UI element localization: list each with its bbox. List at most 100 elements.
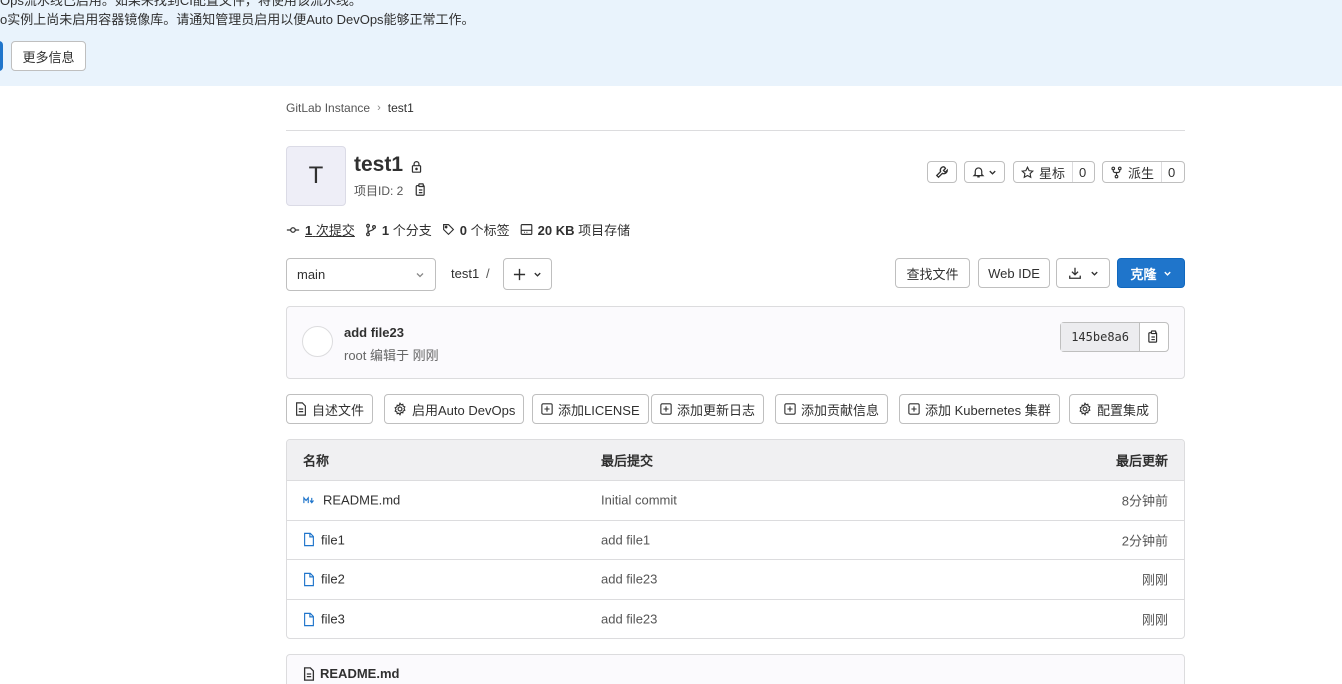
file-last-commit[interactable]: Initial commit <box>601 493 677 508</box>
plus-square-icon <box>784 403 796 415</box>
file-name-cell[interactable]: file1 <box>303 532 345 547</box>
copy-icon <box>1148 330 1158 343</box>
fork-label: 派生 <box>1128 165 1155 181</box>
repo-path-separator: / <box>486 266 490 281</box>
column-header-name: 名称 <box>303 453 330 469</box>
column-header-last-update: 最后更新 <box>1115 453 1168 469</box>
banner-primary-button[interactable] <box>0 41 3 71</box>
find-file-label: 查找文件 <box>906 266 959 282</box>
gear-icon <box>394 402 406 416</box>
fork-button-label-wrap: 派生 <box>1103 162 1161 182</box>
chevron-down-icon <box>534 272 541 277</box>
enable-auto-devops-label: 启用Auto DevOps <box>412 402 516 418</box>
commit-sha-group: 145be8a6 <box>1060 322 1169 352</box>
add-contributing-button[interactable]: 添加贡献信息 <box>775 394 889 424</box>
lock-icon <box>411 161 422 173</box>
clone-button[interactable]: 克隆 <box>1117 258 1185 288</box>
file-name[interactable]: file2 <box>321 572 345 587</box>
project-id: 项目ID: 2 <box>354 184 404 198</box>
branch-icon <box>365 223 376 236</box>
file-icon <box>304 572 314 586</box>
branches-label: 个分支 <box>392 223 432 238</box>
clone-label: 克隆 <box>1130 266 1157 282</box>
breadcrumb-separator-icon: › <box>377 102 381 114</box>
commits-label: 次提交 <box>315 223 355 238</box>
chevron-down-icon <box>989 170 996 175</box>
table-row[interactable]: file3 add file23 刚刚 <box>287 600 1184 639</box>
readme-header: README.md <box>303 666 399 681</box>
plus-square-icon <box>908 403 920 415</box>
settings-button[interactable] <box>927 161 957 183</box>
commit-icon <box>286 226 300 233</box>
star-count[interactable]: 0 <box>1072 162 1092 182</box>
enable-auto-devops-button[interactable]: 启用Auto DevOps <box>384 394 525 424</box>
star-icon <box>1021 165 1034 178</box>
file-icon <box>304 612 314 626</box>
add-to-tree-button[interactable] <box>503 258 552 290</box>
fork-button[interactable]: 派生 0 <box>1102 161 1185 183</box>
table-row[interactable]: file1 add file1 2分钟前 <box>287 521 1184 560</box>
breadcrumb-instance[interactable]: GitLab Instance <box>286 101 370 115</box>
file-name[interactable]: file3 <box>321 612 345 627</box>
file-name-cell[interactable]: file2 <box>303 572 345 587</box>
configure-integrations-label: 配置集成 <box>1097 402 1150 418</box>
file-text-icon <box>303 666 315 681</box>
branch-selector[interactable]: main <box>286 258 436 291</box>
add-changelog-label: 添加更新日志 <box>677 402 756 418</box>
storage-stat[interactable]: 20 KB 项目存储 <box>520 220 630 239</box>
project-stats: 1 次提交 1 个分支 0 个标签 20 KB 项目存储 <box>286 220 640 239</box>
tags-stat[interactable]: 0 个标签 <box>442 220 510 239</box>
more-info-button[interactable]: 更多信息 <box>11 41 86 71</box>
repo-path-root[interactable]: test1 <box>451 266 479 281</box>
web-ide-button[interactable]: Web IDE <box>978 258 1050 288</box>
plus-square-icon <box>660 403 672 415</box>
chevron-down-icon <box>416 272 424 277</box>
chevron-down-icon <box>1090 271 1098 276</box>
download-icon <box>1068 267 1081 279</box>
file-last-commit[interactable]: add file23 <box>601 572 657 587</box>
column-header-last-commit: 最后提交 <box>601 453 654 469</box>
download-button[interactable] <box>1056 258 1110 288</box>
notification-button[interactable] <box>964 161 1005 183</box>
find-file-button[interactable]: 查找文件 <box>895 258 970 288</box>
fork-count[interactable]: 0 <box>1161 162 1181 182</box>
configure-integrations-button[interactable]: 配置集成 <box>1069 394 1159 424</box>
add-readme-button[interactable]: 自述文件 <box>286 394 374 424</box>
copy-project-id-icon[interactable] <box>415 183 428 197</box>
header-divider <box>286 130 1185 131</box>
gear-icon <box>1079 402 1091 416</box>
star-button-label-wrap: 星标 <box>1014 162 1072 182</box>
add-kubernetes-label: 添加 Kubernetes 集群 <box>925 402 1051 418</box>
commits-stat[interactable]: 1 次提交 <box>286 220 355 239</box>
file-name[interactable]: file1 <box>321 532 345 547</box>
commit-sha[interactable]: 145be8a6 <box>1061 323 1140 351</box>
copy-sha-button[interactable] <box>1140 323 1168 351</box>
add-license-button[interactable]: 添加LICENSE <box>532 394 649 424</box>
add-kubernetes-button[interactable]: 添加 Kubernetes 集群 <box>899 394 1060 424</box>
readme-panel: README.md <box>286 654 1185 684</box>
breadcrumb-project[interactable]: test1 <box>388 101 414 115</box>
banner-message-line-1: Ops流水线已启用。如果未找到CI配置文件，将使用该流水线。 <box>0 0 362 8</box>
file-last-update: 刚刚 <box>1141 572 1168 588</box>
commit-title[interactable]: add file23 <box>344 325 404 340</box>
file-last-commit[interactable]: add file1 <box>601 532 650 547</box>
storage-icon <box>520 224 532 235</box>
storage-size: 20 KB <box>537 223 575 238</box>
table-row[interactable]: file2 add file23 刚刚 <box>287 560 1184 600</box>
file-name[interactable]: README.md <box>323 493 400 508</box>
file-last-update: 8分钟前 <box>1121 493 1168 509</box>
file-name-cell[interactable]: README.md <box>303 493 400 508</box>
web-ide-label: Web IDE <box>988 265 1040 281</box>
readme-title[interactable]: README.md <box>320 666 399 681</box>
file-name-cell[interactable]: file3 <box>303 612 345 627</box>
branches-stat[interactable]: 1 个分支 <box>365 220 432 239</box>
file-last-update: 2分钟前 <box>1121 533 1168 549</box>
file-last-commit[interactable]: add file23 <box>601 612 657 627</box>
file-icon <box>304 533 314 547</box>
table-row[interactable]: README.md Initial commit 8分钟前 <box>287 481 1184 521</box>
alert-banner: Ops流水线已启用。如果未找到CI配置文件，将使用该流水线。 o实例上尚未启用容… <box>0 0 1342 86</box>
file-text-icon <box>296 402 306 416</box>
add-changelog-button[interactable]: 添加更新日志 <box>651 394 765 424</box>
star-button[interactable]: 星标 0 <box>1013 161 1095 183</box>
commit-author-avatar[interactable] <box>302 326 333 357</box>
